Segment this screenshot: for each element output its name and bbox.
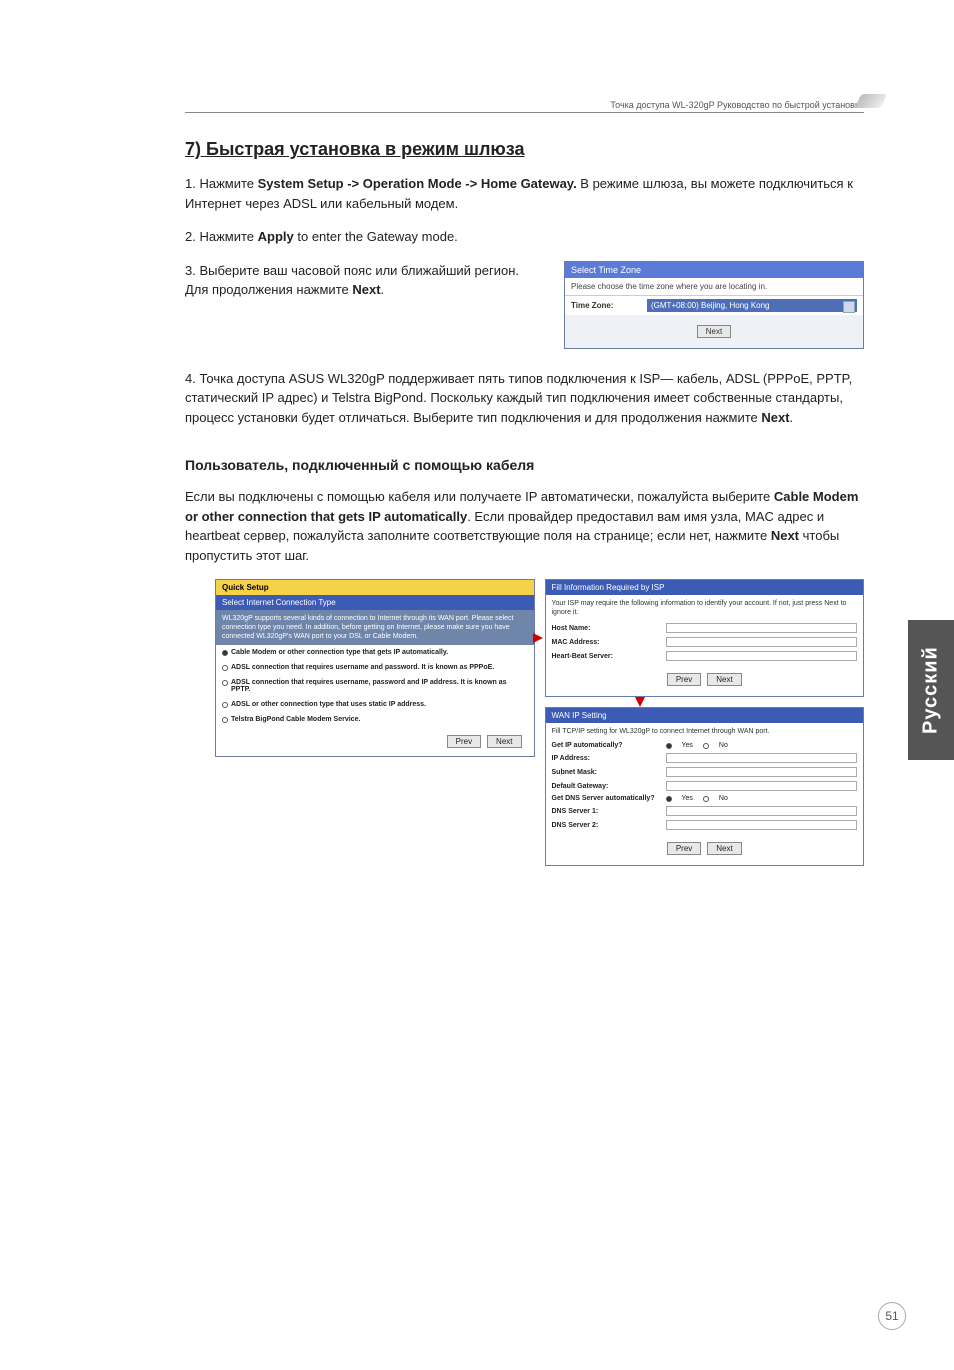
isp-next-button[interactable]: Next [707, 673, 741, 686]
step-2-pre: 2. Нажмите [185, 229, 258, 244]
quick-setup-opt-2-label: ADSL connection that requires username, … [231, 679, 528, 693]
step-2-bold: Apply [258, 229, 294, 244]
timezone-panel-sub: Please choose the time zone where you ar… [565, 278, 863, 296]
wan-dns2-label: DNS Server 2: [552, 822, 662, 829]
isp-mac-input[interactable] [666, 637, 858, 647]
wan-panel-title: WAN IP Setting [546, 708, 864, 723]
isp-host-input[interactable] [666, 623, 858, 633]
quick-setup-opt-0-label: Cable Modem or other connection type tha… [231, 649, 448, 656]
step-4: 4. Точка доступа ASUS WL320gP поддержива… [185, 369, 864, 428]
wan-ip-label: IP Address: [552, 755, 662, 762]
step-3-bold: Next [352, 282, 380, 297]
step-2-post: to enter the Gateway mode. [294, 229, 458, 244]
wan-getdns-label: Get DNS Server automatically? [552, 795, 662, 802]
wan-prev-button[interactable]: Prev [667, 842, 701, 855]
step-4-bold: Next [761, 410, 789, 425]
radio-icon [222, 717, 228, 723]
step-4-pre: 4. Точка доступа ASUS WL320gP поддержива… [185, 371, 852, 425]
quick-setup-bar: Quick Setup [216, 580, 534, 595]
wan-mask-input[interactable] [666, 767, 858, 777]
cable-p-pre: Если вы подключены с помощью кабеля или … [185, 489, 774, 504]
quick-setup-desc: WL320gP supports several kinds of connec… [216, 610, 534, 645]
isp-hb-input[interactable] [666, 651, 858, 661]
isp-prev-button[interactable]: Prev [667, 673, 701, 686]
quick-setup-subbar: Select Internet Connection Type [216, 595, 534, 610]
quick-setup-panel: Quick Setup Select Internet Connection T… [215, 579, 535, 757]
quick-setup-opt-1[interactable]: ADSL connection that requires username a… [216, 660, 534, 675]
quick-setup-next-button[interactable]: Next [487, 735, 521, 748]
timezone-panel: Select Time Zone Please choose the time … [564, 261, 864, 349]
isp-panel-title: Fill Information Required by ISP [546, 580, 864, 595]
step-1: 1. Нажмите System Setup -> Operation Mod… [185, 174, 864, 213]
arrow-right-icon [533, 633, 547, 647]
quick-setup-opt-1-label: ADSL connection that requires username a… [231, 664, 494, 671]
radio-no-label: No [719, 795, 728, 802]
radio-icon [703, 743, 709, 749]
radio-icon [222, 665, 228, 671]
step-1-bold: System Setup -> Operation Mode -> Home G… [258, 176, 577, 191]
section-title: 7) Быстрая установка в режим шлюза [185, 139, 864, 160]
isp-host-label: Host Name: [552, 625, 662, 632]
quick-setup-opt-4-label: Telstra BigPond Cable Modem Service. [231, 716, 360, 723]
radio-icon [222, 650, 228, 656]
wan-dns1-label: DNS Server 1: [552, 808, 662, 815]
timezone-panel-title: Select Time Zone [565, 262, 863, 278]
quick-setup-prev-button[interactable]: Prev [447, 735, 481, 748]
cable-p-bold2: Next [771, 528, 799, 543]
radio-icon [703, 796, 709, 802]
radio-icon [666, 743, 672, 749]
radio-icon [666, 796, 672, 802]
page-number: 51 [878, 1302, 906, 1330]
radio-no-label: No [719, 742, 728, 749]
step-3-post: . [381, 282, 385, 297]
step-3: 3. Выберите ваш часовой пояс или ближайш… [185, 261, 544, 300]
radio-icon [222, 680, 228, 686]
isp-hb-label: Heart-Beat Server: [552, 653, 662, 660]
radio-yes-label: Yes [682, 742, 693, 749]
wan-ip-input[interactable] [666, 753, 858, 763]
quick-setup-opt-0[interactable]: Cable Modem or other connection type tha… [216, 645, 534, 660]
isp-panel-note: Your ISP may require the following infor… [546, 595, 864, 621]
timezone-select[interactable]: (GMT+08:00) Beijing, Hong Kong [647, 299, 857, 312]
step-2: 2. Нажмите Apply to enter the Gateway mo… [185, 227, 864, 247]
cable-paragraph: Если вы подключены с помощью кабеля или … [185, 487, 864, 565]
quick-setup-opt-4[interactable]: Telstra BigPond Cable Modem Service. [216, 712, 534, 727]
wan-dns2-input[interactable] [666, 820, 858, 830]
quick-setup-opt-3-label: ADSL or other connection type that uses … [231, 701, 426, 708]
isp-panel: Fill Information Required by ISP Your IS… [545, 579, 865, 697]
radio-icon [222, 702, 228, 708]
page-header-breadcrumb: Точка доступа WL-320gP Руководство по бы… [185, 100, 864, 113]
wan-panel-note: Fill TCP/IP setting for WL320gP to conne… [546, 723, 864, 740]
step-4-post: . [790, 410, 794, 425]
timezone-label: Time Zone: [571, 301, 641, 310]
wan-panel: WAN IP Setting Fill TCP/IP setting for W… [545, 707, 865, 866]
language-tab: Русский [908, 620, 954, 760]
cable-subheading: Пользователь, подключенный с помощью каб… [185, 457, 864, 473]
wan-next-button[interactable]: Next [707, 842, 741, 855]
wan-mask-label: Subnet Mask: [552, 769, 662, 776]
quick-setup-opt-3[interactable]: ADSL or other connection type that uses … [216, 697, 534, 712]
timezone-next-button[interactable]: Next [697, 325, 731, 338]
quick-setup-opt-2[interactable]: ADSL connection that requires username, … [216, 675, 534, 697]
step-1-pre: 1. Нажмите [185, 176, 258, 191]
wan-gw-label: Default Gateway: [552, 783, 662, 790]
radio-yes-label: Yes [682, 795, 693, 802]
arrow-down-icon [635, 697, 649, 711]
wan-gw-input[interactable] [666, 781, 858, 791]
wan-dns1-input[interactable] [666, 806, 858, 816]
wan-getip-radio[interactable]: Yes No [666, 742, 728, 749]
wan-getdns-radio[interactable]: Yes No [666, 795, 728, 802]
isp-mac-label: MAC Address: [552, 639, 662, 646]
wan-getip-label: Get IP automatically? [552, 742, 662, 749]
